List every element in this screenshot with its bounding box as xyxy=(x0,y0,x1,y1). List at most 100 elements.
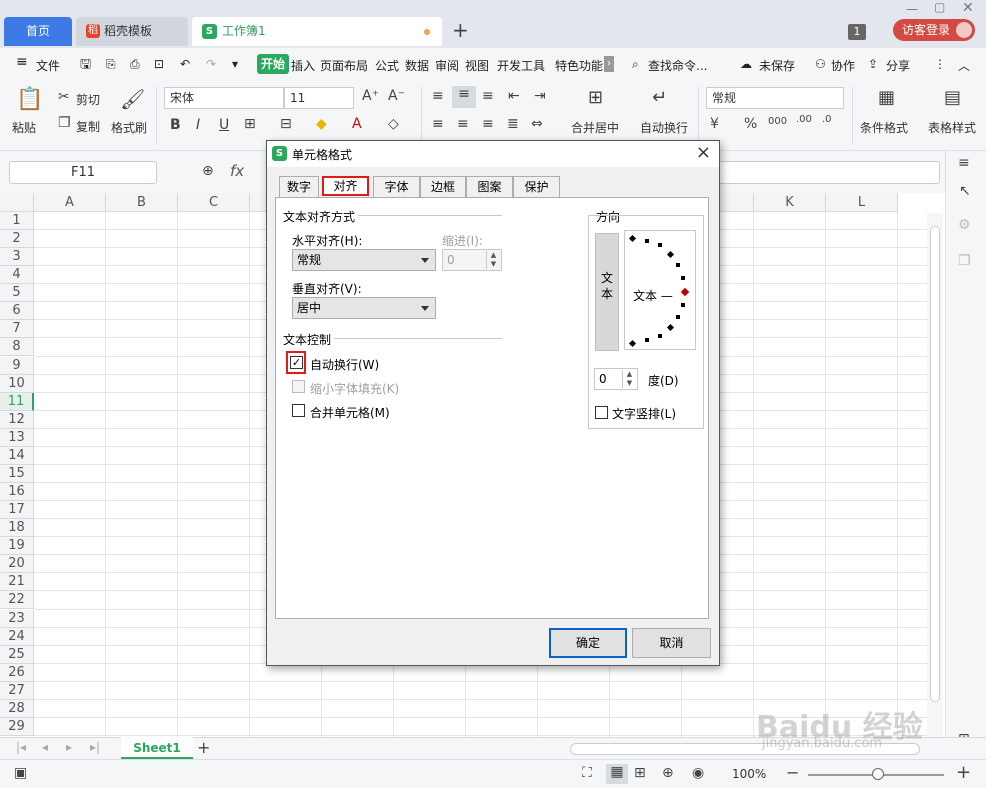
font-color-icon[interactable]: A xyxy=(352,116,362,132)
tab-workbook[interactable]: S 工作簿1 xyxy=(192,17,442,46)
tab-protection[interactable]: 保护 xyxy=(513,176,560,197)
ok-button[interactable]: 确定 xyxy=(549,628,627,658)
collapse-ribbon-icon[interactable]: ︿ xyxy=(958,57,970,74)
column-header[interactable]: L xyxy=(826,193,898,212)
row-header[interactable]: 16 xyxy=(0,483,34,502)
row-header[interactable]: 6 xyxy=(0,302,34,321)
column-header[interactable]: A xyxy=(34,193,106,212)
select-cursor-icon[interactable]: ↖ xyxy=(959,183,971,199)
row-header[interactable]: 26 xyxy=(0,663,34,682)
row-header[interactable]: 1 xyxy=(0,212,34,230)
tab-alignment[interactable]: 对齐 xyxy=(322,176,369,196)
font-name-select[interactable]: 宋体 xyxy=(164,87,284,109)
eye-protect-icon[interactable]: ◉ xyxy=(692,765,704,781)
more-menu-icon[interactable]: › xyxy=(604,56,614,72)
redo-icon[interactable]: ↷ xyxy=(206,57,216,71)
row-header[interactable]: 17 xyxy=(0,501,34,520)
row-header[interactable]: 9 xyxy=(0,356,34,375)
panel-copy-icon[interactable]: ❐ xyxy=(958,253,971,269)
tab-home[interactable]: 首页 xyxy=(4,17,72,46)
add-sheet-button[interactable]: + xyxy=(197,738,210,757)
degree-stepper[interactable]: 0 ▲ ▼ xyxy=(594,368,638,390)
number-format-select[interactable]: 常规 xyxy=(706,87,844,109)
horizontal-align-select[interactable]: 常规 xyxy=(292,249,436,271)
hamburger-icon[interactable]: ≡ xyxy=(16,54,28,70)
formula-input[interactable] xyxy=(718,161,940,184)
paste-button[interactable]: 粘贴 xyxy=(12,119,36,136)
print-icon[interactable]: ⎙ xyxy=(130,57,140,72)
paste-icon[interactable]: 📋 xyxy=(16,87,43,112)
border-icon[interactable]: ⊞ xyxy=(244,116,256,132)
fx-icon[interactable]: fx xyxy=(230,162,244,180)
collab-button[interactable]: 协作 xyxy=(831,57,855,74)
fill-color-icon[interactable]: ◆ xyxy=(316,116,327,132)
fill-style-icon[interactable]: ⊟ xyxy=(280,116,292,132)
sheet-tab-sheet1[interactable]: Sheet1 xyxy=(121,737,193,759)
page-break-icon[interactable]: ⊞ xyxy=(634,765,646,781)
font-size-select[interactable]: 11 xyxy=(284,87,354,109)
justify-icon[interactable]: ≣ xyxy=(507,116,519,132)
row-header[interactable]: 20 xyxy=(0,555,34,574)
window-count-badge[interactable]: 1 xyxy=(848,24,866,40)
currency-icon[interactable]: ¥ xyxy=(710,116,719,132)
status-layout-icon[interactable]: ▣ xyxy=(14,765,27,781)
cut-button[interactable]: 剪切 xyxy=(76,91,100,108)
row-header[interactable]: 4 xyxy=(0,266,34,285)
print-preview-icon[interactable]: ⊡ xyxy=(154,57,164,71)
row-header[interactable]: 19 xyxy=(0,537,34,556)
minimize-icon[interactable]: — xyxy=(906,2,918,16)
thousands-icon[interactable]: 000 xyxy=(768,116,787,127)
tab-template[interactable]: 稻 稻壳模板 xyxy=(76,17,188,46)
row-header[interactable]: 2 xyxy=(0,230,34,249)
login-button[interactable]: 访客登录 xyxy=(893,19,975,41)
align-center-icon[interactable]: ≡ xyxy=(457,116,469,132)
format-painter-icon[interactable]: 🖌 xyxy=(120,87,145,111)
dialog-close-icon[interactable]: × xyxy=(696,142,711,163)
row-header[interactable]: 11 xyxy=(0,392,34,411)
more-options-icon[interactable]: ⋮ xyxy=(934,57,946,71)
vertical-scroll-thumb[interactable] xyxy=(930,226,940,702)
new-tab-button[interactable]: + xyxy=(452,18,469,42)
column-header[interactable]: K xyxy=(754,193,826,212)
row-header[interactable]: 8 xyxy=(0,338,34,357)
fullscreen-icon[interactable]: ⛶ xyxy=(582,765,592,781)
decrease-font-icon[interactable]: A⁻ xyxy=(388,88,405,104)
table-style-icon[interactable]: ▤ xyxy=(944,87,961,108)
row-header[interactable]: 29 xyxy=(0,717,34,736)
wrap-text-label[interactable]: 自动换行(W) xyxy=(310,356,379,373)
tab-number[interactable]: 数字 xyxy=(279,176,319,197)
vertical-layout-label[interactable]: 文字竖排(L) xyxy=(612,405,676,422)
table-style-button[interactable]: 表格样式 xyxy=(928,119,976,136)
conditional-format-button[interactable]: 条件格式 xyxy=(860,119,908,136)
row-header[interactable]: 24 xyxy=(0,627,34,646)
save-icon[interactable]: 🖫 xyxy=(80,55,91,77)
row-header[interactable]: 22 xyxy=(0,591,34,610)
decrease-decimal-icon[interactable]: .0 xyxy=(822,114,832,125)
merge-center-button[interactable]: 合并居中 xyxy=(571,119,619,136)
indent-stepper[interactable]: 0 ▲ ▼ xyxy=(442,249,502,271)
increase-indent-icon[interactable]: ⇥ xyxy=(534,88,546,104)
quick-access-dropdown-icon[interactable]: ▾ xyxy=(232,57,238,71)
row-header[interactable]: 15 xyxy=(0,464,34,483)
zoom-slider-knob[interactable] xyxy=(872,768,884,780)
distributed-icon[interactable]: ⇔ xyxy=(531,116,543,132)
vertical-text-button[interactable]: 文本 xyxy=(595,233,619,351)
vertical-layout-checkbox[interactable] xyxy=(595,406,608,419)
conditional-format-icon[interactable]: ▦ xyxy=(878,87,895,108)
last-sheet-icon[interactable]: ▸| xyxy=(90,740,100,754)
format-painter-button[interactable]: 格式刷 xyxy=(111,119,147,136)
tab-border[interactable]: 边框 xyxy=(420,176,466,197)
menu-formula[interactable]: 公式 xyxy=(375,57,399,74)
share-button[interactable]: 分享 xyxy=(886,57,910,74)
page-layout-icon[interactable]: ⊕ xyxy=(662,765,674,781)
row-header[interactable]: 27 xyxy=(0,681,34,700)
command-search[interactable]: 查找命令... xyxy=(648,57,707,74)
menu-insert[interactable]: 插入 xyxy=(291,57,315,74)
export-icon[interactable]: ⎘ xyxy=(106,57,116,72)
wrap-text-checkbox[interactable]: ✓ xyxy=(290,356,303,369)
copy-button[interactable]: 复制 xyxy=(76,118,100,135)
maximize-icon[interactable]: ▢ xyxy=(934,0,945,14)
align-left-icon[interactable]: ≡ xyxy=(432,116,444,132)
italic-icon[interactable]: I xyxy=(196,117,200,133)
row-header[interactable]: 7 xyxy=(0,320,34,339)
